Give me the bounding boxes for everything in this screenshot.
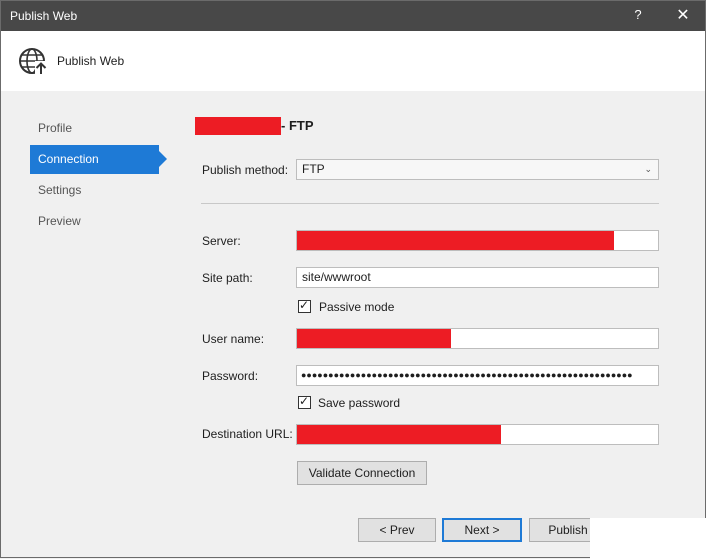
help-button[interactable]: ? (631, 7, 645, 22)
server-value-redacted (297, 231, 614, 250)
save-password-label: Save password (318, 396, 401, 410)
password-label: Password: (202, 369, 259, 383)
nav-item-profile[interactable]: Profile (30, 114, 170, 143)
server-label: Server: (202, 234, 241, 248)
destination-url-value-redacted (297, 425, 501, 444)
publish-web-dialog: Publish Web ? ✕ Publish Web Profile Conn… (0, 0, 706, 559)
user-name-value-redacted (297, 329, 451, 348)
publish-method-value: FTP (302, 162, 325, 176)
separator (201, 203, 659, 204)
server-input[interactable] (296, 230, 659, 251)
overlay-block (590, 518, 706, 559)
destination-url-label: Destination URL: (202, 427, 293, 441)
save-password-checkbox[interactable] (298, 394, 311, 409)
validate-connection-button[interactable]: Validate Connection (297, 461, 427, 485)
header-title: Publish Web (57, 54, 125, 68)
dialog-header: Publish Web (1, 31, 705, 91)
site-path-input[interactable]: site/wwwroot (296, 267, 659, 288)
next-button[interactable]: Next > (442, 518, 522, 542)
site-path-value: site/wwwroot (302, 270, 371, 284)
user-name-input[interactable] (296, 328, 659, 349)
profile-name-redacted (195, 117, 281, 135)
wizard-nav: Profile Connection Settings Preview (30, 114, 170, 238)
publish-method-select[interactable]: FTP ⌄ (296, 159, 659, 180)
password-input[interactable]: ●●●●●●●●●●●●●●●●●●●●●●●●●●●●●●●●●●●●●●●●… (296, 365, 659, 386)
prev-button[interactable]: < Prev (358, 518, 436, 542)
destination-url-input[interactable] (296, 424, 659, 445)
password-value: ●●●●●●●●●●●●●●●●●●●●●●●●●●●●●●●●●●●●●●●●… (301, 370, 633, 380)
nav-item-settings[interactable]: Settings (30, 176, 170, 205)
nav-item-connection[interactable]: Connection (30, 145, 167, 174)
globe-publish-icon (19, 48, 47, 75)
passive-mode-checkbox[interactable] (298, 298, 311, 313)
title-bar: Publish Web ? ✕ (1, 1, 705, 31)
window-title: Publish Web (10, 9, 78, 23)
profile-title-suffix: - FTP (281, 118, 314, 133)
user-name-label: User name: (202, 332, 265, 346)
close-button[interactable]: ✕ (675, 5, 691, 25)
passive-mode-label: Passive mode (319, 300, 395, 314)
chevron-down-icon: ⌄ (644, 164, 652, 174)
publish-method-label: Publish method: (202, 163, 289, 177)
site-path-label: Site path: (202, 271, 253, 285)
nav-item-preview[interactable]: Preview (30, 207, 170, 236)
